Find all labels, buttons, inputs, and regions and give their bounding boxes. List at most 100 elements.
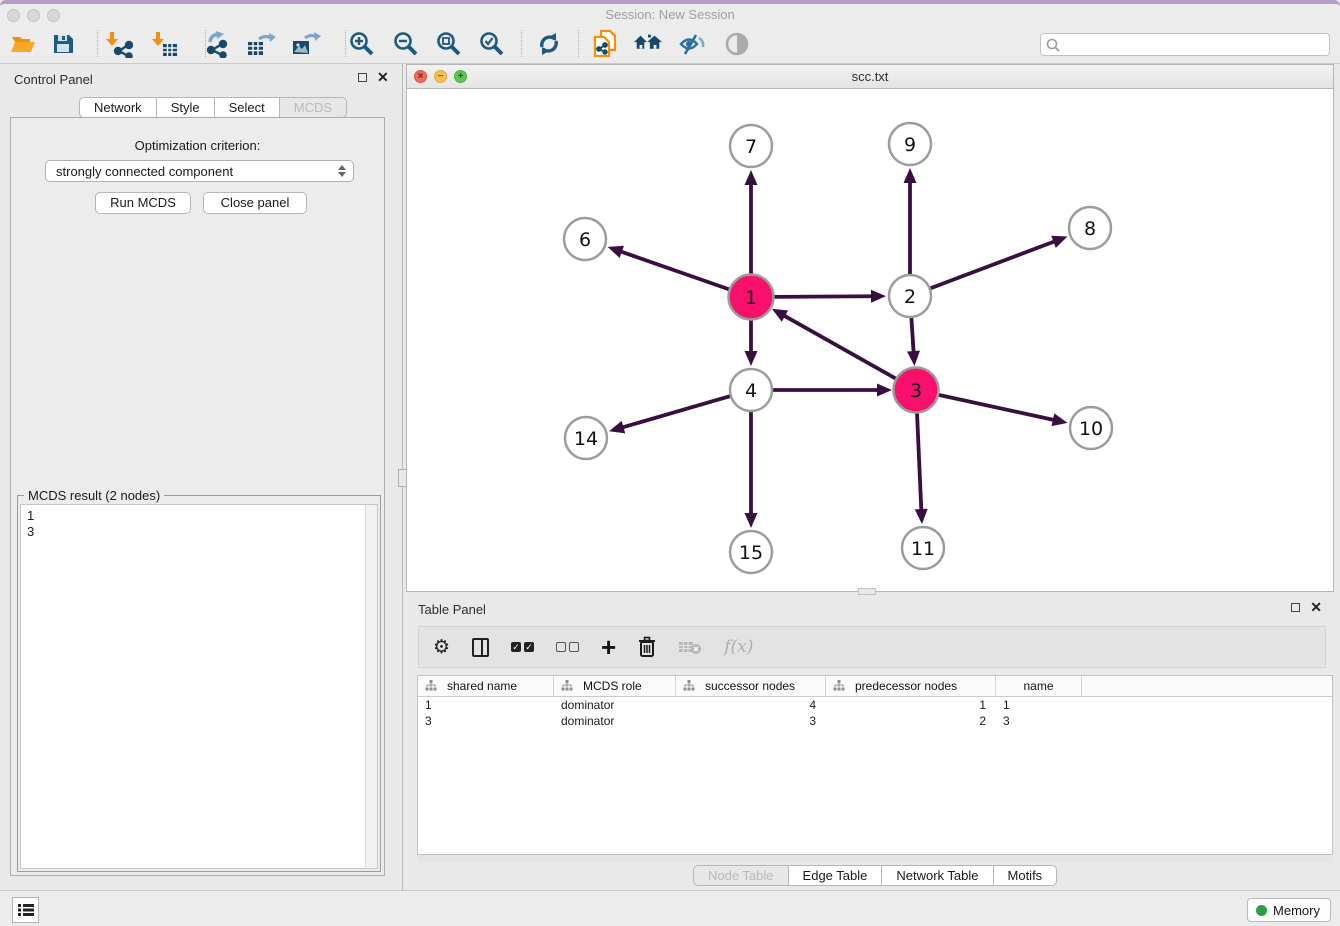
graph-node-1[interactable]: 1 — [729, 275, 774, 320]
cell-name[interactable]: 3 — [996, 714, 1082, 728]
tab-mcds[interactable]: MCDS — [280, 97, 347, 118]
graph-edge-2-8[interactable] — [931, 241, 1057, 289]
new-network-icon[interactable] — [203, 29, 233, 59]
graph-node-11[interactable]: 11 — [902, 527, 944, 569]
cell-mcds-role[interactable]: dominator — [554, 698, 676, 712]
close-panel-button[interactable]: Close panel — [203, 192, 307, 214]
zoom-selected-icon[interactable] — [477, 29, 507, 59]
graph-node-3[interactable]: 3 — [894, 368, 939, 413]
delete-row-icon[interactable] — [638, 635, 656, 659]
hide-graphics-details-icon[interactable] — [677, 29, 707, 59]
graph-node-7[interactable]: 7 — [730, 125, 772, 167]
network-graph[interactable]: 7 9 6 8 1 2 4 3 14 10 15 11 — [407, 89, 1333, 591]
close-panel-icon[interactable]: ✕ — [377, 73, 389, 82]
import-table-icon[interactable] — [150, 29, 180, 59]
tab-style[interactable]: Style — [157, 97, 215, 118]
column-header-predecessor-nodes[interactable]: predecessor nodes — [826, 676, 996, 696]
graph-edge-2-3[interactable] — [911, 318, 913, 354]
tab-node-table[interactable]: Node Table — [693, 865, 789, 886]
export-image-icon[interactable] — [291, 29, 321, 59]
duplicate-network-icon[interactable] — [590, 29, 620, 59]
refresh-icon[interactable] — [534, 29, 564, 59]
graph-edge-3-11[interactable] — [917, 412, 921, 512]
cell-name[interactable]: 1 — [996, 698, 1082, 712]
table-row[interactable]: 1 dominator 4 1 1 — [418, 697, 1332, 713]
network-canvas[interactable]: 7 9 6 8 1 2 4 3 14 10 15 11 — [407, 89, 1333, 591]
column-header-name[interactable]: name — [996, 676, 1082, 696]
deselect-all-icon[interactable] — [556, 635, 579, 659]
node-table[interactable]: shared name MCDS role successor nodes pr… — [417, 675, 1333, 855]
column-header-successor-nodes[interactable]: successor nodes — [676, 676, 826, 696]
network-window-titlebar[interactable]: × − + scc.txt — [407, 65, 1333, 89]
graph-node-10[interactable]: 10 — [1070, 407, 1112, 449]
table-toolbar: ⚙ ✓✓ + f(x) — [418, 626, 1326, 668]
tab-select[interactable]: Select — [215, 97, 280, 118]
table-panel-header: Table Panel ✕ — [406, 596, 1334, 622]
cell-successor-nodes[interactable]: 3 — [676, 714, 826, 728]
select-stepper-icon — [338, 165, 346, 177]
graph-edge-3-10[interactable] — [937, 395, 1055, 421]
graph-edge-4-14[interactable] — [621, 396, 730, 428]
mcds-result-area[interactable]: 1 3 — [20, 504, 378, 869]
svg-text:2: 2 — [904, 286, 916, 308]
show-graphics-details-icon[interactable] — [722, 29, 752, 59]
delete-table-icon — [678, 635, 702, 659]
add-row-icon[interactable]: + — [601, 635, 616, 659]
cell-successor-nodes[interactable]: 4 — [676, 698, 826, 712]
cell-shared-name[interactable]: 3 — [418, 714, 554, 728]
graph-node-15[interactable]: 15 — [730, 531, 772, 573]
save-session-icon[interactable] — [48, 29, 78, 59]
open-session-icon[interactable] — [8, 29, 38, 59]
select-all-icon[interactable]: ✓✓ — [511, 635, 534, 659]
graph-node-6[interactable]: 6 — [564, 218, 606, 260]
criterion-select[interactable]: strongly connected component — [45, 160, 354, 182]
column-header-mcds-role[interactable]: MCDS role — [554, 676, 676, 696]
zoom-out-icon[interactable] — [391, 29, 421, 59]
column-type-icon — [425, 680, 437, 692]
cell-predecessor-nodes[interactable]: 2 — [826, 714, 996, 728]
close-table-panel-icon[interactable]: ✕ — [1310, 603, 1322, 612]
float-table-panel-icon[interactable] — [1291, 603, 1300, 612]
zoom-in-icon[interactable] — [347, 29, 377, 59]
float-panel-icon[interactable] — [358, 73, 367, 82]
graph-node-4[interactable]: 4 — [730, 369, 772, 411]
import-network-icon[interactable] — [104, 29, 134, 59]
export-table-icon[interactable] — [246, 29, 276, 59]
graph-edge-1-6[interactable] — [619, 251, 730, 290]
svg-text:11: 11 — [911, 538, 935, 560]
svg-text:6: 6 — [579, 229, 591, 251]
zoom-fit-icon[interactable] — [434, 29, 464, 59]
network-overview-icon[interactable] — [633, 29, 663, 59]
task-history-button[interactable] — [12, 897, 39, 923]
fit-columns-icon[interactable] — [472, 635, 489, 659]
table-scrollbar-track[interactable] — [417, 855, 1333, 863]
graph-node-14[interactable]: 14 — [565, 417, 607, 459]
cell-predecessor-nodes[interactable]: 1 — [826, 698, 996, 712]
graph-edge-3-1[interactable] — [782, 315, 896, 380]
search-input[interactable] — [1063, 35, 1329, 54]
mcds-panel: Optimization criterion: strongly connect… — [10, 117, 385, 876]
result-scrollbar[interactable] — [365, 505, 377, 868]
column-settings-icon[interactable]: ⚙ — [433, 635, 450, 659]
table-row[interactable]: 3 dominator 3 2 3 — [418, 713, 1332, 729]
horizontal-divider-handle[interactable] — [858, 588, 876, 595]
cell-shared-name[interactable]: 1 — [418, 698, 554, 712]
svg-text:3: 3 — [910, 380, 922, 402]
cell-mcds-role[interactable]: dominator — [554, 714, 676, 728]
list-icon — [18, 903, 34, 917]
memory-button[interactable]: Memory — [1247, 898, 1331, 922]
tab-motifs[interactable]: Motifs — [994, 865, 1058, 886]
tab-network-table[interactable]: Network Table — [882, 865, 993, 886]
svg-text:1: 1 — [745, 287, 757, 309]
search-field[interactable] — [1040, 33, 1330, 56]
graph-node-8[interactable]: 8 — [1069, 207, 1111, 249]
svg-text:8: 8 — [1084, 218, 1096, 240]
column-header-shared-name[interactable]: shared name — [418, 676, 554, 696]
graph-node-9[interactable]: 9 — [889, 123, 931, 165]
tab-network[interactable]: Network — [79, 97, 157, 118]
graph-edge-1-2[interactable] — [773, 296, 874, 297]
run-mcds-button[interactable]: Run MCDS — [95, 192, 191, 214]
tab-edge-table[interactable]: Edge Table — [789, 865, 883, 886]
graph-node-2[interactable]: 2 — [889, 275, 931, 317]
criterion-value: strongly connected component — [56, 164, 233, 179]
